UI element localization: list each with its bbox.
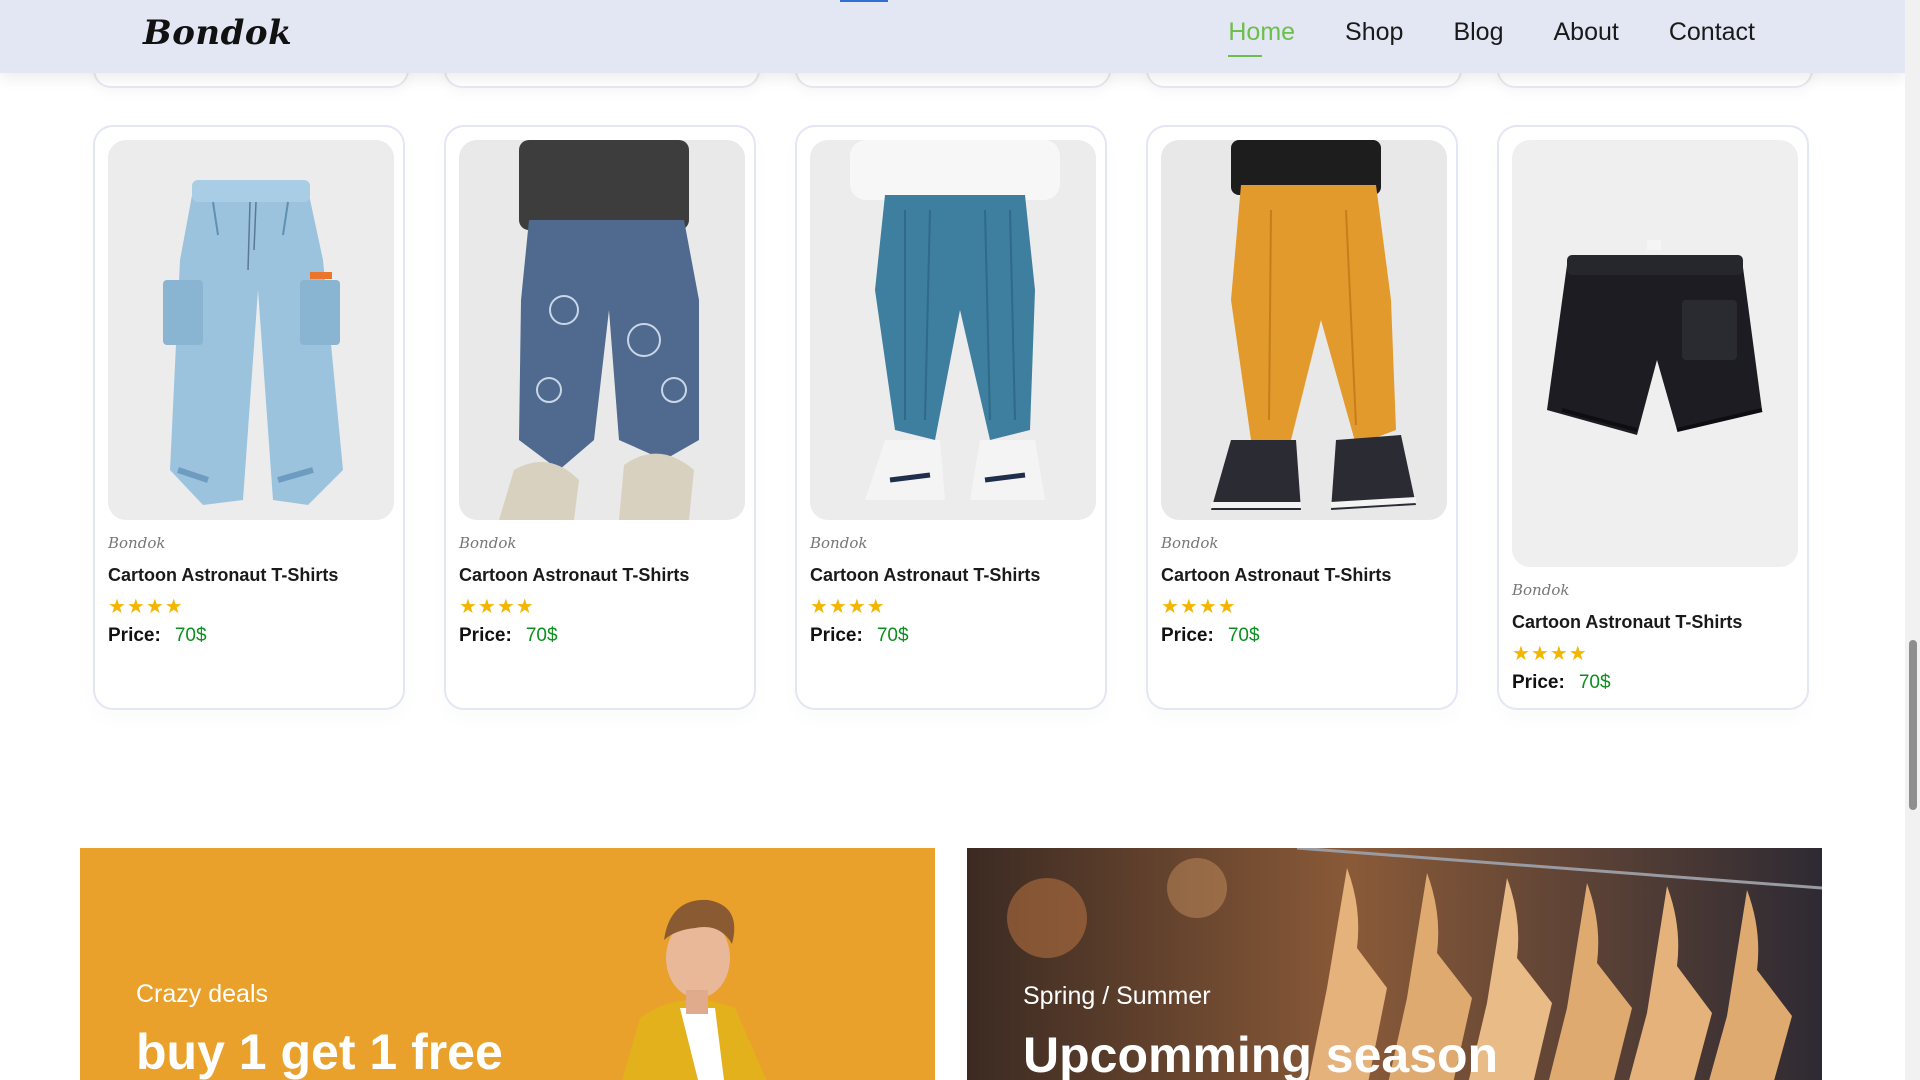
blue-corduroy-jogger-image: [810, 140, 1096, 520]
main-nav: Home Shop Blog About Contact: [1228, 18, 1755, 57]
price-label: Price:: [1512, 672, 1565, 693]
product-image[interactable]: [1161, 140, 1447, 520]
nav-about[interactable]: About: [1553, 18, 1618, 55]
product-price: Price: 70$: [810, 625, 909, 647]
light-denim-cargo-jogger-image: [108, 140, 394, 520]
nav-shop[interactable]: Shop: [1345, 18, 1403, 55]
product-image[interactable]: [459, 140, 745, 520]
price-label: Price:: [108, 625, 161, 646]
product-brand: Bondok: [810, 534, 868, 552]
product-name[interactable]: Cartoon Astronaut T-Shirts: [108, 565, 338, 586]
price-value: 70$: [1578, 672, 1611, 693]
product-brand: Bondok: [459, 534, 517, 552]
nav-home[interactable]: Home: [1228, 18, 1295, 57]
product-name[interactable]: Cartoon Astronaut T-Shirts: [810, 565, 1040, 586]
rating-stars: ★★★★: [108, 596, 184, 618]
product-image[interactable]: [810, 140, 1096, 520]
rating-stars: ★★★★: [459, 596, 535, 618]
product-card[interactable]: Bondok Cartoon Astronaut T-Shirts ★★★★ P…: [1497, 125, 1809, 710]
printed-denim-jogger-image: [459, 140, 745, 520]
product-card[interactable]: Bondok Cartoon Astronaut T-Shirts ★★★★ P…: [1146, 125, 1458, 710]
rating-stars: ★★★★: [1161, 596, 1237, 618]
product-brand: Bondok: [1161, 534, 1219, 552]
product-brand: Bondok: [108, 534, 166, 552]
banner-subtitle: Crazy deals: [136, 980, 268, 1008]
product-card[interactable]: Bondok Cartoon Astronaut T-Shirts ★★★★ P…: [444, 125, 756, 710]
orange-corduroy-pants-image: [1161, 140, 1447, 520]
page-scrollbar-thumb[interactable]: [1909, 640, 1917, 810]
season-banner[interactable]: Spring / Summer Upcomming season: [967, 848, 1822, 1080]
price-value: 70$: [525, 625, 558, 646]
price-value: 70$: [1227, 625, 1260, 646]
price-label: Price:: [810, 625, 863, 646]
price-label: Price:: [459, 625, 512, 646]
product-name[interactable]: Cartoon Astronaut T-Shirts: [1161, 565, 1391, 586]
banner-title: buy 1 get 1 free: [136, 1024, 503, 1080]
product-card[interactable]: Bondok Cartoon Astronaut T-Shirts ★★★★ P…: [795, 125, 1107, 710]
page: Bondok Home Shop Blog About Contact Bond…: [0, 0, 1905, 1080]
price-value: 70$: [876, 625, 909, 646]
site-header: Bondok Home Shop Blog About Contact: [0, 0, 1905, 73]
product-price: Price: 70$: [1161, 625, 1260, 647]
scroll-indicator: [840, 0, 888, 2]
rating-stars: ★★★★: [1512, 643, 1588, 665]
deals-banner[interactable]: Crazy deals buy 1 get 1 free: [80, 848, 935, 1080]
product-name[interactable]: Cartoon Astronaut T-Shirts: [459, 565, 689, 586]
banner-title: Upcomming season: [1023, 1027, 1499, 1080]
product-price: Price: 70$: [459, 625, 558, 647]
page-scrollbar-track[interactable]: [1905, 0, 1920, 1080]
nav-blog[interactable]: Blog: [1453, 18, 1503, 55]
product-price: Price: 70$: [1512, 672, 1611, 694]
nav-contact[interactable]: Contact: [1669, 18, 1755, 55]
product-brand: Bondok: [1512, 581, 1570, 599]
banner-subtitle: Spring / Summer: [1023, 982, 1211, 1010]
rating-stars: ★★★★: [810, 596, 886, 618]
product-image[interactable]: [108, 140, 394, 520]
product-name[interactable]: Cartoon Astronaut T-Shirts: [1512, 612, 1742, 633]
product-card[interactable]: Bondok Cartoon Astronaut T-Shirts ★★★★ P…: [93, 125, 405, 710]
price-value: 70$: [174, 625, 207, 646]
price-label: Price:: [1161, 625, 1214, 646]
site-logo[interactable]: Bondok: [143, 13, 292, 53]
product-image[interactable]: [1512, 140, 1798, 567]
black-cargo-shorts-image: [1512, 140, 1798, 567]
product-price: Price: 70$: [108, 625, 207, 647]
